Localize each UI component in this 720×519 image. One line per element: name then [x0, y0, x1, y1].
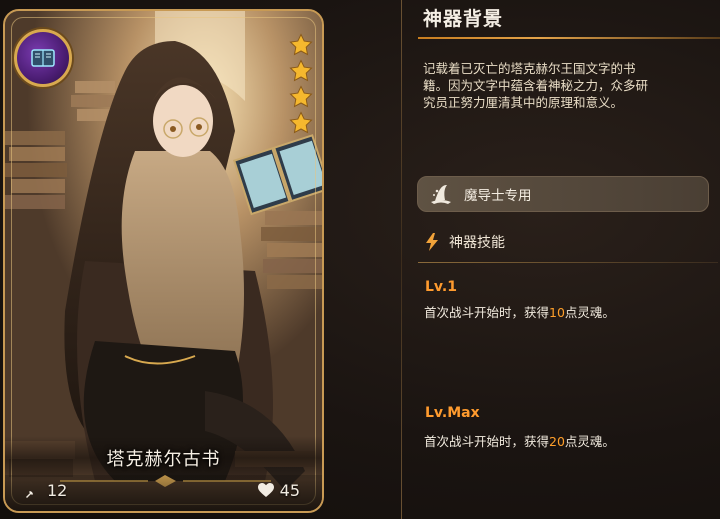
skills-divider [418, 262, 718, 263]
star-icon [289, 59, 313, 82]
sword-icon [26, 484, 39, 498]
level-1-description: 首次战斗开始时，获得10点灵魂。 [424, 302, 615, 321]
level-1-desc-post: 点灵魂。 [564, 305, 615, 320]
class-restriction-label: 魔导士专用 [464, 188, 532, 204]
level-max-desc-pre: 首次战斗开始时，获得 [424, 434, 550, 449]
level-1-desc-pre: 首次战斗开始时，获得 [424, 305, 550, 320]
level-1-value: 10 [549, 305, 565, 320]
lore-text: 记载着已灭亡的塔克赫尔王国文字的书籍。因为文字中蕴含着神秘之力，众多研究员正努力… [423, 61, 649, 110]
skills-header: 神器技能 [425, 232, 505, 252]
artifact-emblem [14, 29, 72, 87]
wizard-hat-icon [431, 184, 451, 204]
title-underline [418, 37, 720, 39]
star-icon [289, 33, 313, 56]
attack-value: 12 [47, 481, 68, 500]
level-1-label: Lv.1 [425, 279, 457, 295]
class-restriction-badge: 魔导士专用 [417, 176, 709, 212]
attack-stat: 12 [25, 481, 67, 500]
level-max-desc-post: 点灵魂。 [564, 434, 615, 449]
section-title: 神器背景 [423, 8, 504, 30]
star-icon [289, 85, 313, 108]
health-stat: 45 [257, 481, 300, 500]
level-max-value: 20 [549, 434, 565, 449]
skills-header-label: 神器技能 [449, 235, 505, 251]
spellbook-icon [31, 49, 55, 67]
lightning-icon [426, 233, 438, 251]
card-name: 塔克赫尔古书 [106, 449, 221, 470]
heart-icon [257, 483, 274, 497]
artifact-card[interactable]: 塔克赫尔古书 12 45 [3, 9, 324, 513]
panel-divider [401, 0, 402, 519]
star-icon [289, 111, 313, 134]
health-value: 45 [279, 481, 300, 500]
card-stats-bar: 12 45 [5, 475, 322, 511]
level-max-label: Lv.Max [425, 405, 480, 421]
star-rating [288, 33, 314, 135]
level-max-description: 首次战斗开始时，获得20点灵魂。 [424, 431, 615, 450]
